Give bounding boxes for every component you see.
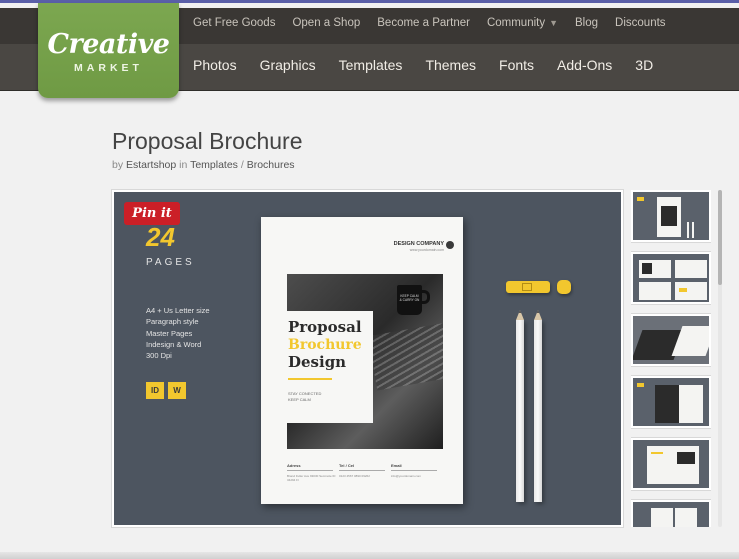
thumb-shape [692, 222, 694, 238]
brochure-title-underline [288, 378, 332, 380]
brochure-footer-col: Tel / Cel 0123 4567 0890 09262 [339, 463, 391, 482]
brochure-logo-dot [446, 241, 454, 249]
spec-item: 300 Dpi [146, 351, 172, 361]
usb-drive-shape [506, 281, 550, 293]
main-nav: Photos Graphics Templates Themes Fonts A… [193, 41, 676, 88]
brochure-title-line-1: Proposal [288, 318, 362, 336]
main-nav-photos[interactable]: Photos [193, 57, 237, 73]
brochure-footer: Adress Brand Fuller Ave 93030 Seminole I… [287, 463, 443, 482]
site-logo[interactable]: Creative MARKET [38, 3, 179, 98]
main-nav-themes[interactable]: Themes [425, 57, 476, 73]
main-nav-templates[interactable]: Templates [339, 57, 403, 73]
breadcrumb-separator: / [240, 159, 244, 171]
top-nav-community-label: Community [486, 17, 546, 29]
thumb-shape [651, 452, 663, 454]
page-bottom-edge [0, 552, 739, 559]
thumb-shape [675, 260, 707, 278]
thumb-shape [651, 508, 673, 527]
word-badge: W [168, 382, 186, 399]
thumb-shape [675, 508, 697, 527]
brochure-stay-line-2: KEEP CALM [288, 397, 311, 402]
pencil-lead [536, 310, 539, 313]
mug-handle-shape [420, 290, 430, 304]
thumb-shape [687, 222, 689, 238]
logo-line-2: MARKET [74, 62, 143, 74]
brochure-company-name: DESIGN COMPANY [393, 241, 444, 247]
top-nav: Get Free Goods Open a Shop Become a Part… [193, 5, 683, 41]
thumb-shape [642, 263, 652, 274]
byline: by Estartshop in Templates / Brochures [112, 159, 295, 171]
brochure-footer-value: info@yourdomain.com [391, 474, 422, 478]
spec-item: Indesign & Word [146, 339, 202, 349]
by-label: by [112, 159, 124, 171]
pencil-shape [516, 310, 524, 502]
brochure-stay-text: STAY CONECTED KEEP CALM [288, 391, 321, 403]
top-nav-discounts[interactable]: Discounts [615, 17, 666, 29]
author-link[interactable]: Estartshop [126, 159, 176, 171]
scrollbar-thumb[interactable] [718, 190, 722, 285]
thumbnail-scrollbar[interactable] [718, 190, 722, 527]
thumb-shape [661, 206, 677, 226]
brochure-title-line-3: Design [288, 353, 347, 371]
spec-item: A4 + Us Letter size [146, 306, 210, 315]
pencil-shape [534, 310, 542, 502]
chevron-down-icon: ▼ [549, 18, 559, 28]
logo-line-1: Creative [47, 29, 170, 60]
main-preview-image[interactable]: 24 Pin it PAGES A4 + Us Letter size Para… [112, 190, 623, 527]
brochure-footer-col: Email info@yourdomain.com [391, 463, 443, 482]
main-nav-3d[interactable]: 3D [635, 57, 653, 73]
thumbnail-strip [631, 190, 711, 527]
pages-label: PAGES [146, 257, 195, 268]
usb-cap-shape [557, 280, 571, 294]
thumbnail-3[interactable] [631, 314, 711, 366]
main-nav-fonts[interactable]: Fonts [499, 57, 534, 73]
brochure-footer-col: Adress Brand Fuller Ave 93030 Seminole I… [287, 463, 339, 482]
top-nav-open-a-shop[interactable]: Open a Shop [292, 17, 360, 29]
brochure-title-line-2: Brochure [288, 337, 362, 353]
pin-it-button[interactable]: Pin it [124, 202, 180, 225]
in-label: in [179, 159, 188, 171]
spec-list: A4 + Us Letter size Paragraph style Mast… [146, 305, 210, 361]
brochure-cover: DESIGN COMPANY www.yourdomain.com KEEP C… [261, 217, 463, 504]
thumbnail-2[interactable] [631, 252, 711, 304]
thumbnail-6[interactable] [631, 500, 711, 527]
pages-number: 24 [146, 222, 175, 252]
indesign-badge: ID [146, 382, 164, 399]
thumbnail-4[interactable] [631, 376, 711, 428]
page-title: Proposal Brochure [112, 128, 303, 154]
mug-text: KEEP CALM & CARRY ON [399, 294, 420, 302]
brochure-company-sub: www.yourdomain.com [409, 248, 444, 252]
brochure-footer-value: Brand Fuller Ave 93030 Seminole ID 34294… [287, 474, 336, 482]
thumb-shape [655, 385, 679, 423]
thumb-shape [679, 385, 703, 423]
top-nav-community[interactable]: Community ▼ [487, 17, 558, 29]
laptop-keys-shape [367, 322, 443, 391]
brochure-footer-head: Email [391, 463, 437, 471]
spec-item: Master Pages [146, 328, 193, 338]
subcategory-link[interactable]: Brochures [247, 159, 295, 171]
brochure-footer-value: 0123 4567 0890 09262 [339, 474, 370, 478]
top-nav-get-free-goods[interactable]: Get Free Goods [193, 17, 275, 29]
thumb-shape [677, 452, 695, 464]
pencil-lead [518, 310, 521, 313]
main-nav-graphics[interactable]: Graphics [260, 57, 316, 73]
thumb-shape [639, 282, 671, 300]
thumbnail-5[interactable] [631, 438, 711, 490]
spec-item: Paragraph style [146, 317, 199, 327]
usb-logo-shape [522, 283, 532, 291]
thumb-shape [637, 383, 644, 387]
brochure-footer-head: Adress [287, 463, 333, 471]
thumb-shape [679, 288, 687, 292]
brochure-footer-head: Tel / Cel [339, 463, 385, 471]
brochure-title-card: Proposal Brochure Design STAY CONECTED K… [281, 311, 373, 423]
thumb-shape [637, 197, 644, 201]
main-nav-add-ons[interactable]: Add-Ons [557, 57, 612, 73]
top-nav-become-a-partner[interactable]: Become a Partner [377, 17, 470, 29]
top-nav-blog[interactable]: Blog [575, 17, 598, 29]
category-link[interactable]: Templates [190, 159, 238, 171]
brochure-company: DESIGN COMPANY www.yourdomain.com [394, 241, 444, 252]
format-badges: ID W [146, 382, 190, 399]
thumbnail-1[interactable] [631, 190, 711, 242]
